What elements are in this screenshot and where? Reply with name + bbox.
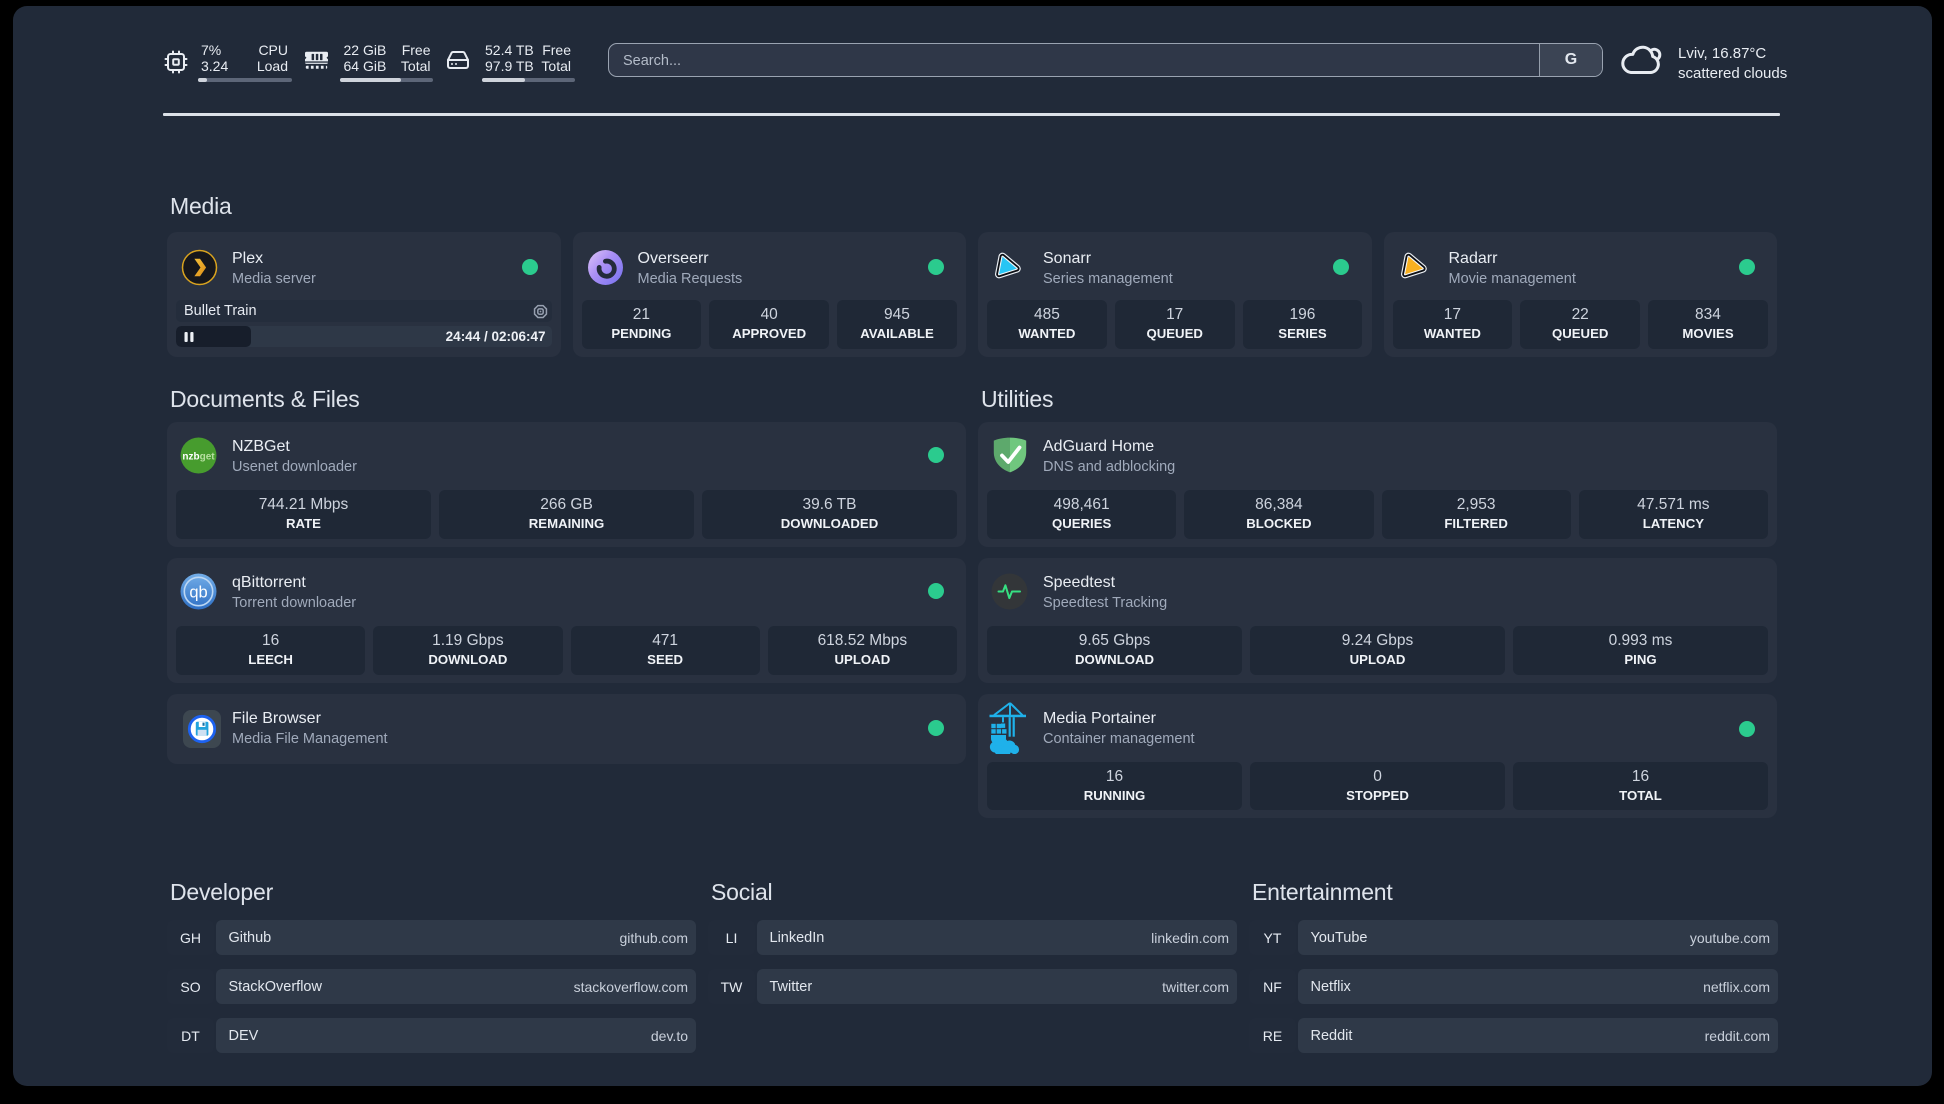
svg-text:qb: qb	[189, 584, 207, 602]
svg-text:nzbget: nzbget	[182, 451, 215, 462]
